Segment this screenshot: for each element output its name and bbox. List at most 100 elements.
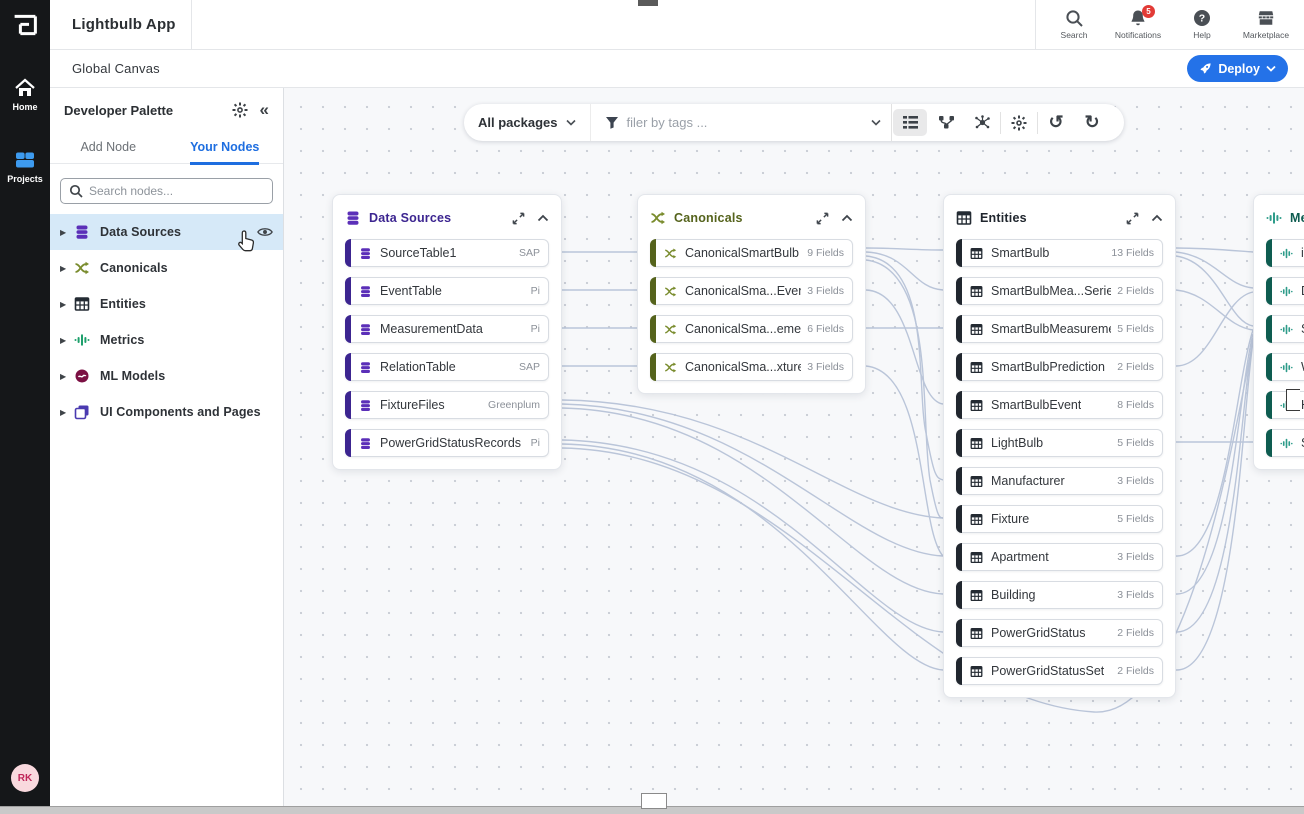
node-card[interactable]: MeasurementDataPi [345,315,549,343]
node-card[interactable]: Building3 Fields [956,581,1163,609]
node-card[interactable]: Fixture5 Fields [956,505,1163,533]
expand-caret-icon[interactable]: ▶ [60,300,74,309]
collapse-group-icon[interactable] [841,212,853,224]
expand-group-icon[interactable] [1126,212,1139,225]
topbar-action-help[interactable]: ? Help [1170,0,1234,50]
node-card[interactable]: PowerGridStatus2 Fields [956,619,1163,647]
palette-tabs: Add Node Your Nodes [50,130,283,164]
expand-group-icon[interactable] [816,212,829,225]
waveform-icon [1266,210,1282,226]
collapse-panel-icon[interactable]: « [260,103,269,117]
canvas-toolbar: All packages filer by tags ... ↺ ↻ [464,104,1124,141]
palette-item-label: ML Models [100,369,165,383]
node-name: EventTable [380,284,442,298]
tab-label: Your Nodes [190,140,259,165]
rail-item-projects[interactable]: Projects [7,150,43,184]
node-card[interactable]: CanonicalSmartBulb9 Fields [650,239,853,267]
node-card[interactable]: RelationTableSAP [345,353,549,381]
expand-caret-icon[interactable]: ▶ [60,228,74,237]
group-me: Me isD Du Sw Wi H Sw [1253,194,1304,470]
connector-edge [1176,292,1253,366]
home-icon [15,78,35,98]
sidebar-item-entities[interactable]: ▶ Entities [50,286,283,322]
database-icon [359,285,372,298]
chevron-down-icon[interactable] [871,119,881,126]
rail-item-home[interactable]: Home [7,78,43,112]
user-avatar[interactable]: RK [11,764,39,792]
node-card[interactable]: FixtureFilesGreenplum [345,391,549,419]
node-accent-bar [650,315,656,343]
node-card[interactable]: SmartBulbEvent8 Fields [956,391,1163,419]
bottom-drag-handle[interactable] [641,793,667,809]
node-card[interactable]: Apartment3 Fields [956,543,1163,571]
settings-gear-icon[interactable] [1002,109,1036,136]
node-accent-bar [956,429,962,457]
node-card[interactable]: SmartBulbMeasurement5 Fields [956,315,1163,343]
tab-your-nodes[interactable]: Your Nodes [167,130,284,163]
node-tag: 2 Fields [1111,627,1154,639]
node-card[interactable]: Sw [1266,429,1304,457]
node-card[interactable]: CanonicalSma...ement6 Fields [650,315,853,343]
notification-badge: 5 [1142,5,1155,18]
expand-caret-icon[interactable]: ▶ [60,264,74,273]
left-rail: Home Projects RK [0,0,50,806]
sidebar-item-ui-components-and-pages[interactable]: ▶ UI Components and Pages [50,394,283,430]
node-card[interactable]: PowerGridStatusRecordsPi [345,429,549,457]
global-canvas[interactable]: All packages filer by tags ... ↺ ↻ Data … [284,88,1304,806]
node-card[interactable]: isD [1266,239,1304,267]
network-layout-icon[interactable] [965,109,999,136]
expand-group-icon[interactable] [512,212,525,225]
node-card[interactable]: Sw [1266,315,1304,343]
tag-filter-input[interactable]: filer by tags ... [590,104,892,141]
tree-layout-icon[interactable] [929,109,963,136]
node-card[interactable]: SourceTable1SAP [345,239,549,267]
sidebar-item-metrics[interactable]: ▶ Metrics [50,322,283,358]
deploy-button[interactable]: Deploy [1187,55,1288,82]
sidebar-item-ml-models[interactable]: ▶ ML Models [50,358,283,394]
node-accent-bar [345,429,351,457]
topbar-action-notifications[interactable]: Notifications5 [1106,0,1170,50]
top-drag-handle[interactable] [638,0,658,6]
svg-text:?: ? [1199,13,1205,25]
sidebar-item-data-sources[interactable]: ▶ Data Sources [50,214,283,250]
database-icon [345,210,361,226]
eye-icon[interactable] [257,224,273,240]
expand-caret-icon[interactable]: ▶ [60,372,74,381]
node-accent-bar [1266,277,1272,305]
package-filter-dropdown[interactable]: All packages [478,115,590,130]
rocket-icon [1199,62,1212,75]
node-name: CanonicalSma...xture [685,360,801,374]
search-nodes-input[interactable] [89,184,264,198]
node-card[interactable]: LightBulb5 Fields [956,429,1163,457]
c3-logo[interactable] [10,10,40,40]
undo-icon[interactable]: ↺ [1039,109,1073,136]
node-card[interactable]: CanonicalSma...Event3 Fields [650,277,853,305]
topbar-action-search[interactable]: Search [1042,0,1106,50]
node-tag: 3 Fields [1111,475,1154,487]
node-name: RelationTable [380,360,456,374]
waveform-icon [1280,247,1293,260]
node-card[interactable]: SmartBulb13 Fields [956,239,1163,267]
collapse-group-icon[interactable] [537,212,549,224]
collapse-group-icon[interactable] [1151,212,1163,224]
node-card[interactable]: Du [1266,277,1304,305]
node-card[interactable]: CanonicalSma...xture3 Fields [650,353,853,381]
node-card[interactable]: Wi [1266,353,1304,381]
expand-caret-icon[interactable]: ▶ [60,408,74,417]
node-card[interactable]: PowerGridStatusSet2 Fields [956,657,1163,685]
chevron-down-icon [1266,65,1276,72]
settings-gear-icon[interactable] [232,102,248,118]
node-search-box[interactable] [60,178,273,204]
waveform-icon [1280,285,1293,298]
tab-add-node[interactable]: Add Node [50,130,167,163]
node-card[interactable]: SmartBulbPrediction2 Fields [956,353,1163,381]
sidebar-item-canonicals[interactable]: ▶ Canonicals [50,250,283,286]
list-view-icon[interactable] [893,109,927,136]
node-card[interactable]: EventTablePi [345,277,549,305]
node-card[interactable]: Manufacturer3 Fields [956,467,1163,495]
node-accent-bar [1266,391,1272,419]
node-card[interactable]: SmartBulbMea...Series2 Fields [956,277,1163,305]
redo-icon[interactable]: ↻ [1075,109,1109,136]
topbar-action-marketplace[interactable]: Marketplace [1234,0,1298,50]
expand-caret-icon[interactable]: ▶ [60,336,74,345]
